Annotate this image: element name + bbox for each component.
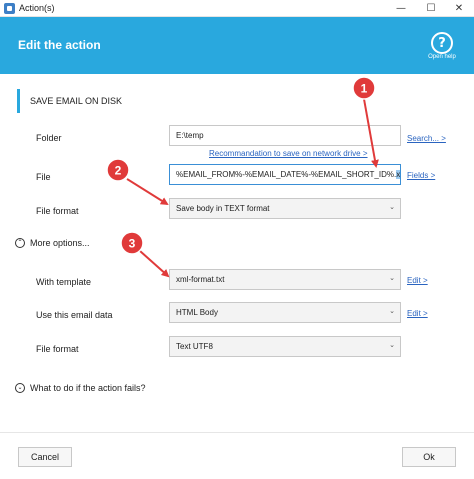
- ok-button[interactable]: Ok: [402, 447, 456, 467]
- window-titlebar: Action(s) — ☐ ✕: [0, 0, 474, 17]
- chevron-down-icon: ⌄: [389, 307, 395, 315]
- annotation-3: 3: [120, 231, 170, 278]
- annotation-badge-1: [352, 76, 376, 100]
- more-options-label: More options...: [30, 238, 90, 248]
- file-label: File: [36, 172, 51, 182]
- on-fail-label: What to do if the action fails?: [30, 383, 146, 393]
- dialog-header: Edit the action ? Open help: [0, 17, 474, 74]
- template-value: xml-format.txt: [176, 275, 225, 284]
- annotation-arrow-2: [126, 178, 169, 206]
- app-icon: [4, 3, 15, 14]
- edit-email-data-link[interactable]: Edit >: [407, 309, 428, 318]
- help-label[interactable]: Open help: [426, 54, 458, 60]
- file-name-input[interactable]: %EMAIL_FROM%-%EMAIL_DATE%-%EMAIL_SHORT_I…: [169, 164, 401, 185]
- encoding-dropdown[interactable]: Text UTF8 ⌄: [169, 336, 401, 357]
- file-extension-selection: xml: [396, 170, 400, 179]
- chevron-down-icon: ⌄: [389, 274, 395, 282]
- dialog-title: Edit the action: [18, 38, 101, 52]
- email-data-label: Use this email data: [36, 310, 113, 320]
- footer-divider: [0, 432, 474, 433]
- network-drive-recommendation-link[interactable]: Recommandation to save on network drive …: [209, 149, 368, 158]
- on-fail-toggle[interactable]: ⌄ What to do if the action fails?: [15, 383, 146, 393]
- encoding-value: Text UTF8: [176, 342, 213, 351]
- section-accent-bar: [17, 89, 20, 113]
- chevron-down-icon: ⌄: [389, 203, 395, 211]
- annotation-number-1: 1: [361, 82, 368, 96]
- more-options-toggle[interactable]: ⌃ More options...: [15, 238, 90, 248]
- chevron-down-icon: ⌄: [389, 341, 395, 349]
- minimize-icon[interactable]: —: [386, 0, 416, 17]
- folder-label: Folder: [36, 133, 62, 143]
- close-icon[interactable]: ✕: [444, 0, 474, 17]
- email-data-dropdown[interactable]: HTML Body ⌄: [169, 302, 401, 323]
- folder-input[interactable]: E:\temp: [169, 125, 401, 146]
- file-format-label: File format: [36, 206, 79, 216]
- template-dropdown[interactable]: xml-format.txt ⌄: [169, 269, 401, 290]
- annotation-number-2: 2: [115, 164, 122, 178]
- window-title: Action(s): [19, 3, 55, 13]
- annotation-badge-3: [120, 231, 144, 255]
- cancel-button[interactable]: Cancel: [18, 447, 72, 467]
- email-data-value: HTML Body: [176, 308, 218, 317]
- file-format-dropdown[interactable]: Save body in TEXT format ⌄: [169, 198, 401, 219]
- template-label: With template: [36, 277, 92, 287]
- help-icon[interactable]: ?: [431, 32, 453, 54]
- chevron-down-icon: ⌄: [15, 383, 25, 393]
- edit-template-link[interactable]: Edit >: [407, 276, 428, 285]
- search-folder-link[interactable]: Search... >: [407, 134, 446, 143]
- fields-link[interactable]: Fields >: [407, 171, 435, 180]
- maximize-icon[interactable]: ☐: [416, 0, 446, 17]
- chevron-up-icon: ⌃: [15, 238, 25, 248]
- encoding-label: File format: [36, 344, 79, 354]
- file-format-value: Save body in TEXT format: [176, 204, 270, 213]
- section-title: SAVE EMAIL ON DISK: [30, 96, 123, 106]
- file-name-text: %EMAIL_FROM%-%EMAIL_DATE%-%EMAIL_SHORT_I…: [176, 170, 397, 179]
- annotation-2: 2: [106, 158, 169, 206]
- annotation-number-3: 3: [129, 237, 136, 251]
- annotation-arrow-3: [139, 250, 170, 278]
- annotation-badge-2: [106, 158, 130, 182]
